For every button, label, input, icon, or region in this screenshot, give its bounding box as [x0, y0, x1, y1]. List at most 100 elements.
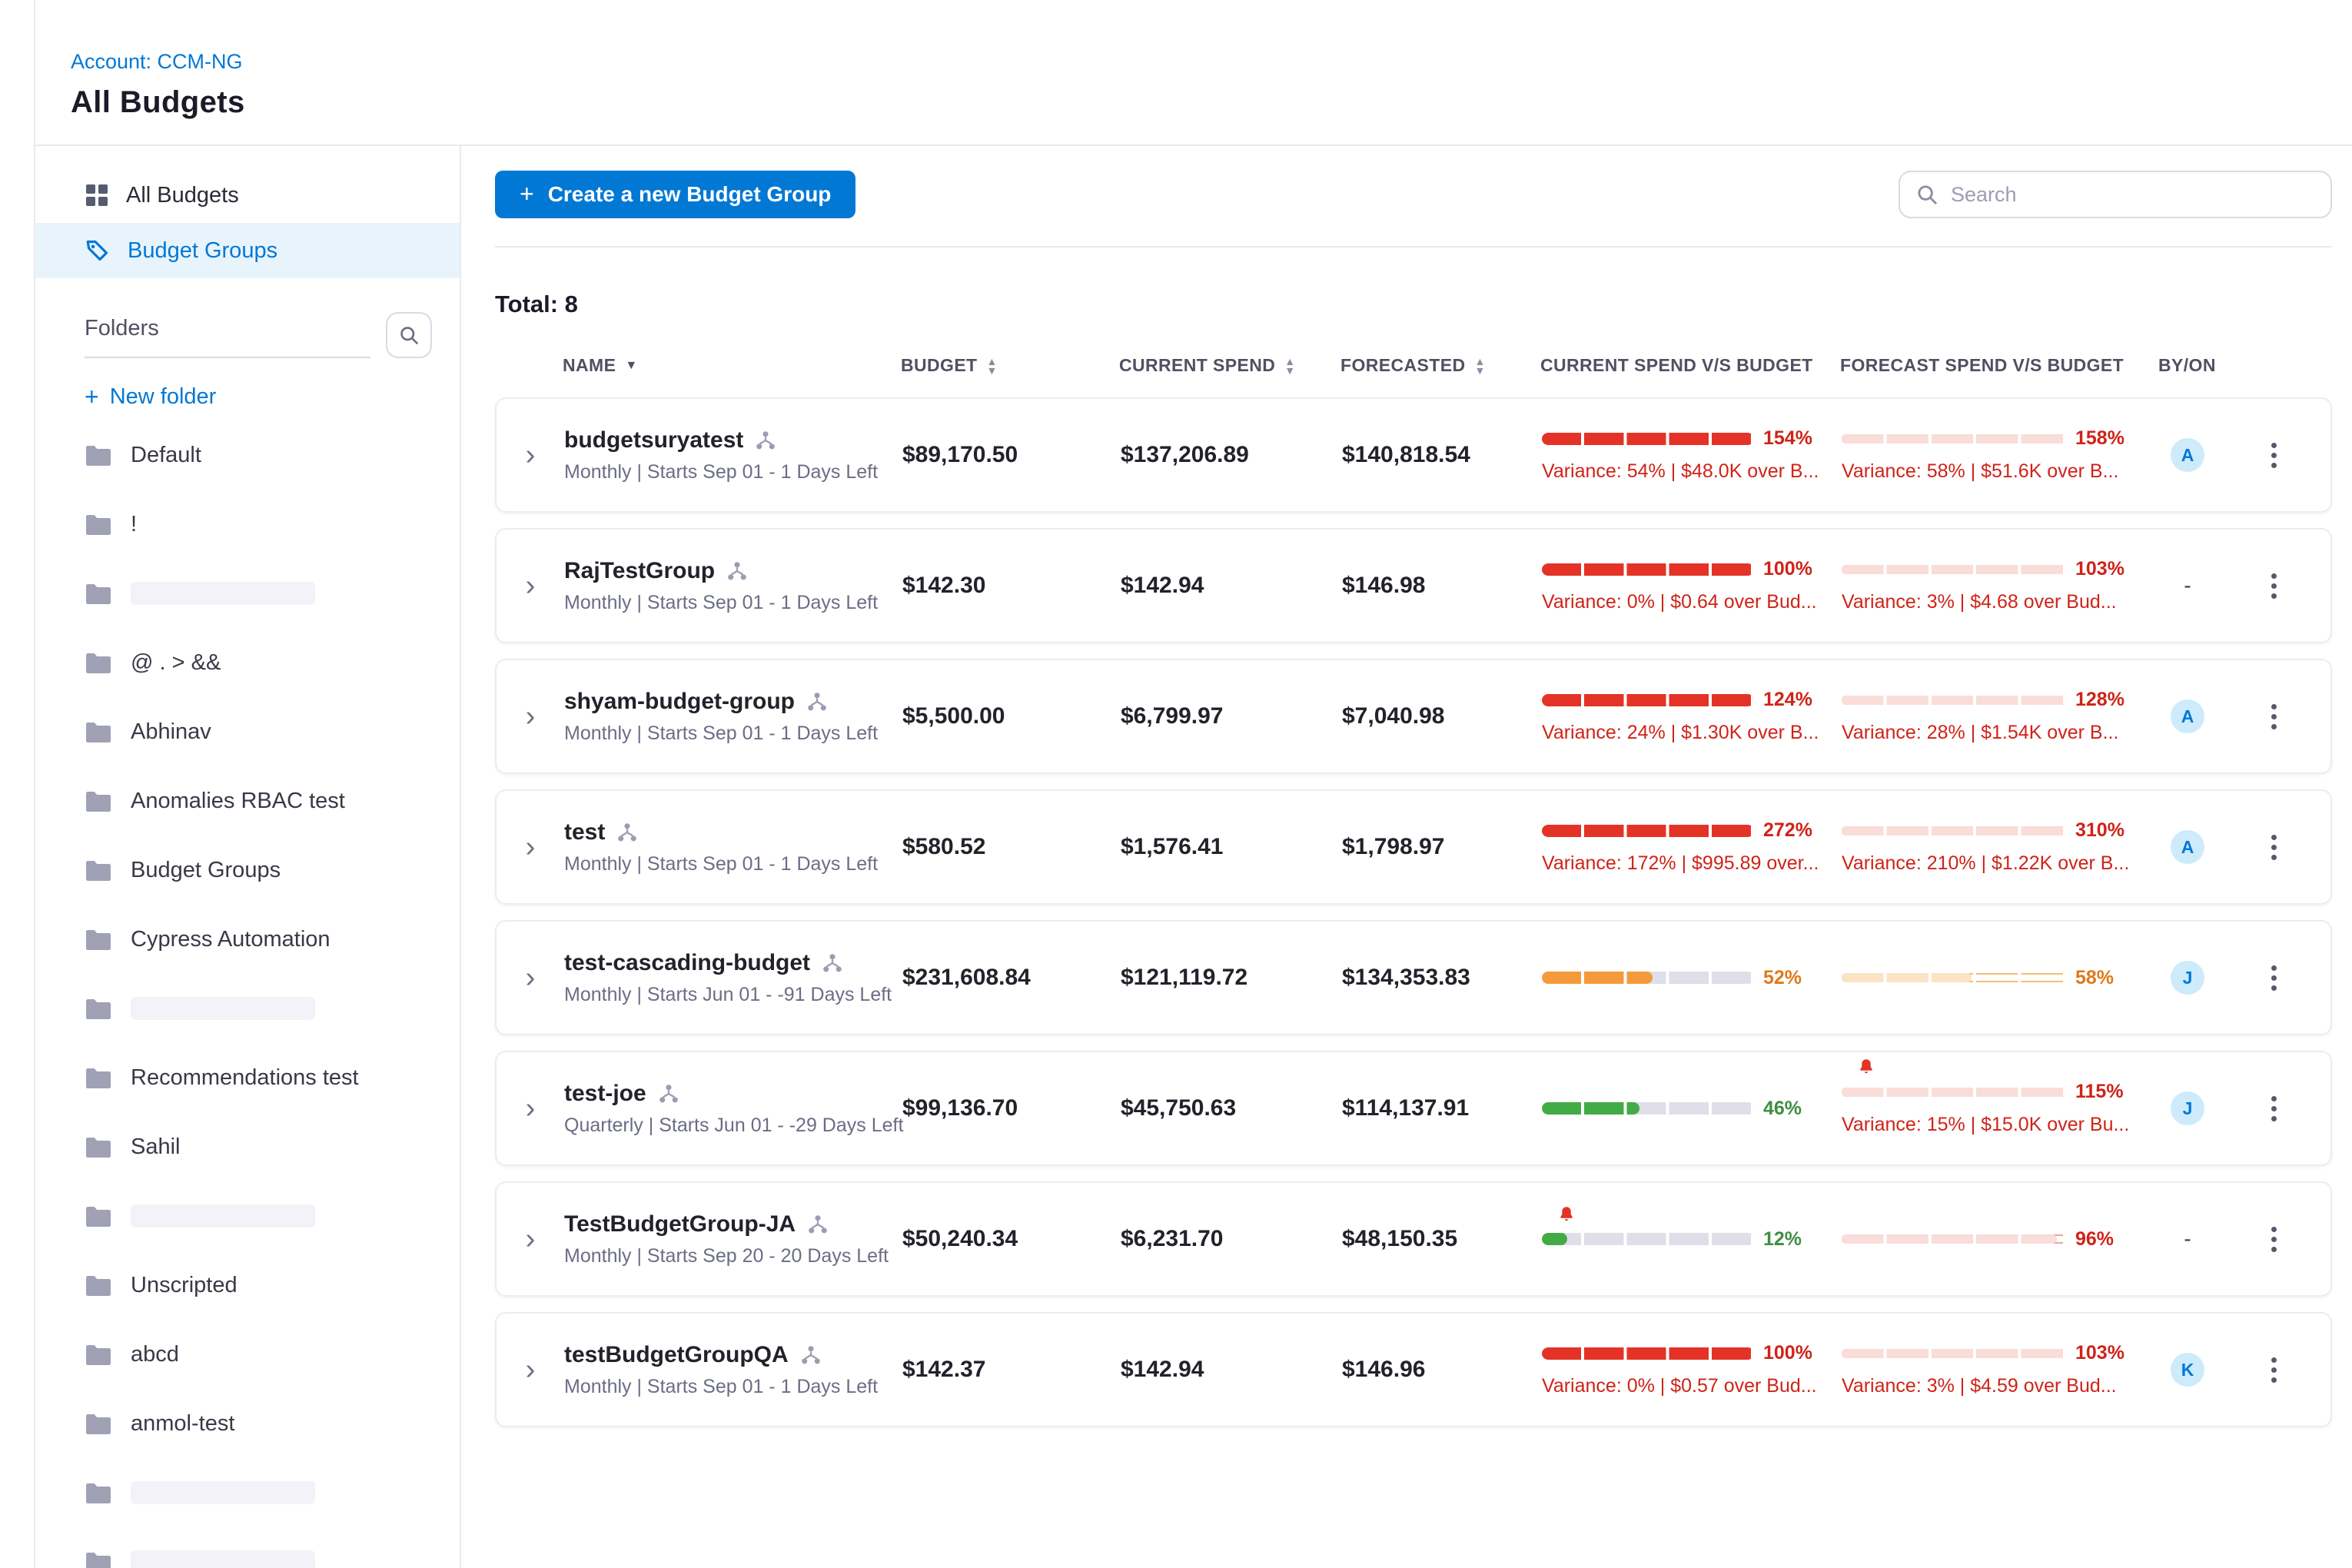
sidebar-item-label: Budget Groups: [128, 238, 277, 264]
folder-label: [131, 1550, 315, 1568]
column-header-current-spend[interactable]: CURRENT SPEND ▲▼: [1119, 355, 1340, 376]
folder-item[interactable]: Anomalies RBAC test: [63, 766, 432, 835]
budget-period-text: Monthly | Starts Sep 01 - 1 Days Left: [564, 723, 902, 745]
current-vs-budget-percent: 52%: [1763, 967, 1802, 989]
folder-item[interactable]: Abhinav: [63, 697, 432, 766]
forecast-vs-budget-progress-bar: [1842, 1088, 2066, 1097]
folder-icon: [85, 859, 112, 881]
table-row[interactable]: › test-joe Quarterly | Starts Jun 01 - -…: [495, 1051, 2332, 1166]
account-breadcrumb[interactable]: Account: CCM-NG: [71, 50, 243, 74]
folder-label: Recommendations test: [131, 1065, 359, 1091]
expand-chevron-icon[interactable]: ›: [526, 440, 536, 470]
row-menu-button[interactable]: [2265, 1351, 2283, 1389]
grid-icon: [85, 183, 109, 208]
forecast-vs-budget-progress-bar: [1842, 434, 2066, 443]
row-menu-button[interactable]: [2265, 567, 2283, 605]
row-menu-button[interactable]: [2265, 437, 2283, 474]
folder-label: Default: [131, 443, 201, 468]
budget-group-name[interactable]: test: [564, 819, 605, 845]
row-menu-button[interactable]: [2265, 959, 2283, 997]
column-header-budget[interactable]: BUDGET ▲▼: [901, 355, 1119, 376]
table-row[interactable]: › test-cascading-budget Monthly | Starts…: [495, 920, 2332, 1035]
sidebar-item-budget-groups[interactable]: Budget Groups: [35, 223, 460, 278]
tag-icon: [85, 238, 111, 264]
table-row[interactable]: › RajTestGroup Monthly | Starts Sep 01 -…: [495, 528, 2332, 643]
folder-item[interactable]: Cypress Automation: [63, 905, 432, 974]
folder-label: Abhinav: [131, 719, 211, 745]
table-row[interactable]: › testBudgetGroupQA Monthly | Starts Sep…: [495, 1312, 2332, 1427]
table-row[interactable]: › budgetsuryatest Monthly | Starts Sep 0…: [495, 397, 2332, 513]
column-header-name[interactable]: NAME ▼: [563, 355, 901, 376]
forecast-vs-budget-cell: 158% Variance: 58% | $51.6K over B...: [1842, 427, 2160, 483]
row-menu-button[interactable]: [2265, 1221, 2283, 1258]
budget-amount: $142.30: [902, 573, 1121, 599]
forecast-vs-budget-percent: 103%: [2075, 558, 2124, 580]
total-count: Total: 8: [495, 291, 2332, 318]
row-menu-button[interactable]: [2265, 829, 2283, 866]
table-row[interactable]: › TestBudgetGroup-JA Monthly | Starts Se…: [495, 1181, 2332, 1297]
folder-item[interactable]: !: [63, 490, 432, 559]
folder-item[interactable]: @ . > &&: [63, 628, 432, 697]
expand-chevron-icon[interactable]: ›: [526, 1094, 536, 1123]
row-menu-button[interactable]: [2265, 1090, 2283, 1128]
folder-item[interactable]: [63, 1181, 432, 1251]
expand-chevron-icon[interactable]: ›: [526, 702, 536, 731]
budget-group-name[interactable]: shyam-budget-group: [564, 689, 795, 715]
table-header: NAME ▼ BUDGET ▲▼ CURRENT SPEND ▲▼ FORECA…: [495, 318, 2332, 397]
table-row[interactable]: › shyam-budget-group Monthly | Starts Se…: [495, 659, 2332, 774]
expand-chevron-icon[interactable]: ›: [526, 1355, 536, 1384]
expand-chevron-icon[interactable]: ›: [526, 1224, 536, 1254]
expand-chevron-icon[interactable]: ›: [526, 832, 536, 862]
current-vs-budget-progress-bar: [1542, 972, 1754, 984]
budget-group-name[interactable]: budgetsuryatest: [564, 427, 743, 453]
budget-period-text: Monthly | Starts Sep 20 - 20 Days Left: [564, 1245, 902, 1267]
search-input[interactable]: [1951, 183, 2315, 207]
column-header-forecasted[interactable]: FORECASTED ▲▼: [1340, 355, 1540, 376]
folder-item[interactable]: Unscripted: [63, 1251, 432, 1320]
expand-chevron-icon[interactable]: ›: [526, 963, 536, 992]
current-spend-amount: $142.94: [1121, 1357, 1342, 1383]
folder-icon: [85, 513, 112, 535]
budget-group-name[interactable]: test-cascading-budget: [564, 950, 810, 976]
expand-chevron-icon[interactable]: ›: [526, 571, 536, 600]
folder-item[interactable]: Default: [63, 420, 432, 490]
folder-item[interactable]: anmol-test: [63, 1389, 432, 1458]
forecasted-amount: $140,818.54: [1342, 442, 1542, 468]
forecast-vs-budget-percent: 158%: [2075, 427, 2124, 450]
folder-icon: [85, 444, 112, 466]
budget-group-name[interactable]: TestBudgetGroup-JA: [564, 1211, 796, 1237]
budget-period-text: Quarterly | Starts Jun 01 - -29 Days Lef…: [564, 1115, 902, 1137]
budget-group-name[interactable]: RajTestGroup: [564, 558, 715, 584]
folders-filter-field[interactable]: Folders: [85, 313, 370, 358]
folder-item[interactable]: Sahil: [63, 1112, 432, 1181]
folder-icon: [85, 1274, 112, 1296]
folder-icon: [85, 583, 112, 604]
folder-item[interactable]: abcd: [63, 1320, 432, 1389]
folder-item[interactable]: [63, 1458, 432, 1527]
budget-group-name[interactable]: testBudgetGroupQA: [564, 1342, 789, 1368]
budget-group-name[interactable]: test-joe: [564, 1081, 646, 1107]
folder-item[interactable]: [63, 974, 432, 1043]
owner-avatar: -: [2171, 569, 2204, 603]
create-budget-group-button[interactable]: + Create a new Budget Group: [495, 171, 855, 218]
row-menu-button[interactable]: [2265, 698, 2283, 736]
forecast-vs-budget-progress-bar: [1842, 565, 2066, 574]
budget-period-text: Monthly | Starts Sep 01 - 1 Days Left: [564, 461, 902, 483]
new-folder-button[interactable]: + New folder: [85, 383, 432, 411]
folder-item[interactable]: [63, 1527, 432, 1568]
folder-item[interactable]: [63, 559, 432, 628]
folder-search-button[interactable]: [386, 312, 432, 358]
sidebar: All Budgets Budget Groups Folders: [35, 146, 461, 1568]
sidebar-item-all-budgets[interactable]: All Budgets: [35, 168, 460, 223]
sort-icon: ▲▼: [1284, 357, 1295, 375]
forecast-variance-text: Variance: 210% | $1.22K over B...: [1842, 852, 2144, 875]
forecast-variance-text: Variance: 15% | $15.0K over Bu...: [1842, 1114, 2144, 1136]
current-spend-amount: $121,119.72: [1121, 965, 1342, 991]
folder-item[interactable]: Recommendations test: [63, 1043, 432, 1112]
forecast-variance-text: Variance: 3% | $4.59 over Bud...: [1842, 1375, 2144, 1397]
forecast-vs-budget-progress-bar: [1842, 826, 2066, 835]
budget-amount: $99,136.70: [902, 1095, 1121, 1121]
table-row[interactable]: › test Monthly | Starts Sep 01 - 1 Days …: [495, 789, 2332, 905]
folder-item[interactable]: Budget Groups: [63, 835, 432, 905]
owner-avatar: -: [2171, 1222, 2204, 1256]
